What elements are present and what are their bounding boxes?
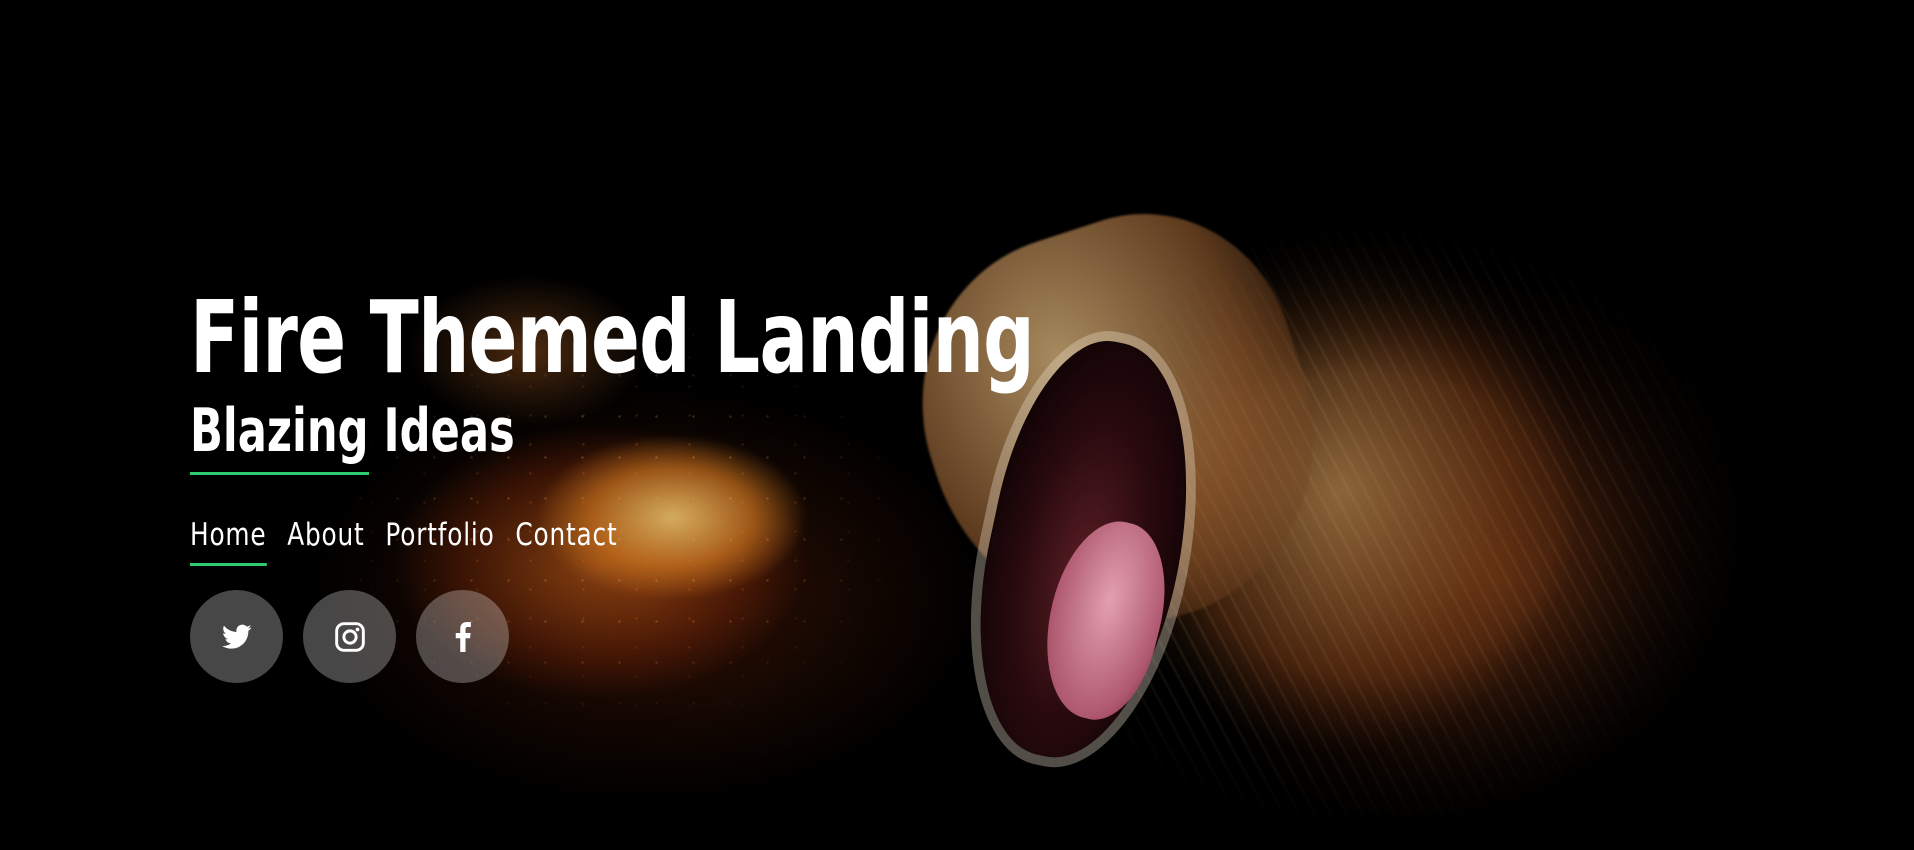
facebook-button[interactable]	[416, 590, 509, 683]
twitter-button[interactable]	[190, 590, 283, 683]
facebook-icon	[455, 621, 471, 652]
nav-about-link[interactable]: About	[287, 517, 364, 566]
social-links	[190, 590, 1362, 683]
nav-contact-link[interactable]: Contact	[515, 517, 617, 566]
main-nav: Home About Portfolio Contact	[190, 517, 1128, 566]
instagram-button[interactable]	[303, 590, 396, 683]
hero-content: Fire Themed Landing Blazing Ideas Home A…	[190, 282, 1362, 683]
page-subtitle: Blazing Ideas	[190, 396, 515, 466]
page-title: Fire Themed Landing	[190, 279, 1035, 396]
nav-portfolio-link[interactable]: Portfolio	[385, 517, 494, 566]
instagram-icon	[334, 621, 366, 653]
subtitle-underline	[190, 472, 369, 475]
nav-home-link[interactable]: Home	[190, 517, 267, 566]
twitter-icon	[221, 624, 252, 650]
hero-section: Fire Themed Landing Blazing Ideas Home A…	[0, 0, 1914, 850]
